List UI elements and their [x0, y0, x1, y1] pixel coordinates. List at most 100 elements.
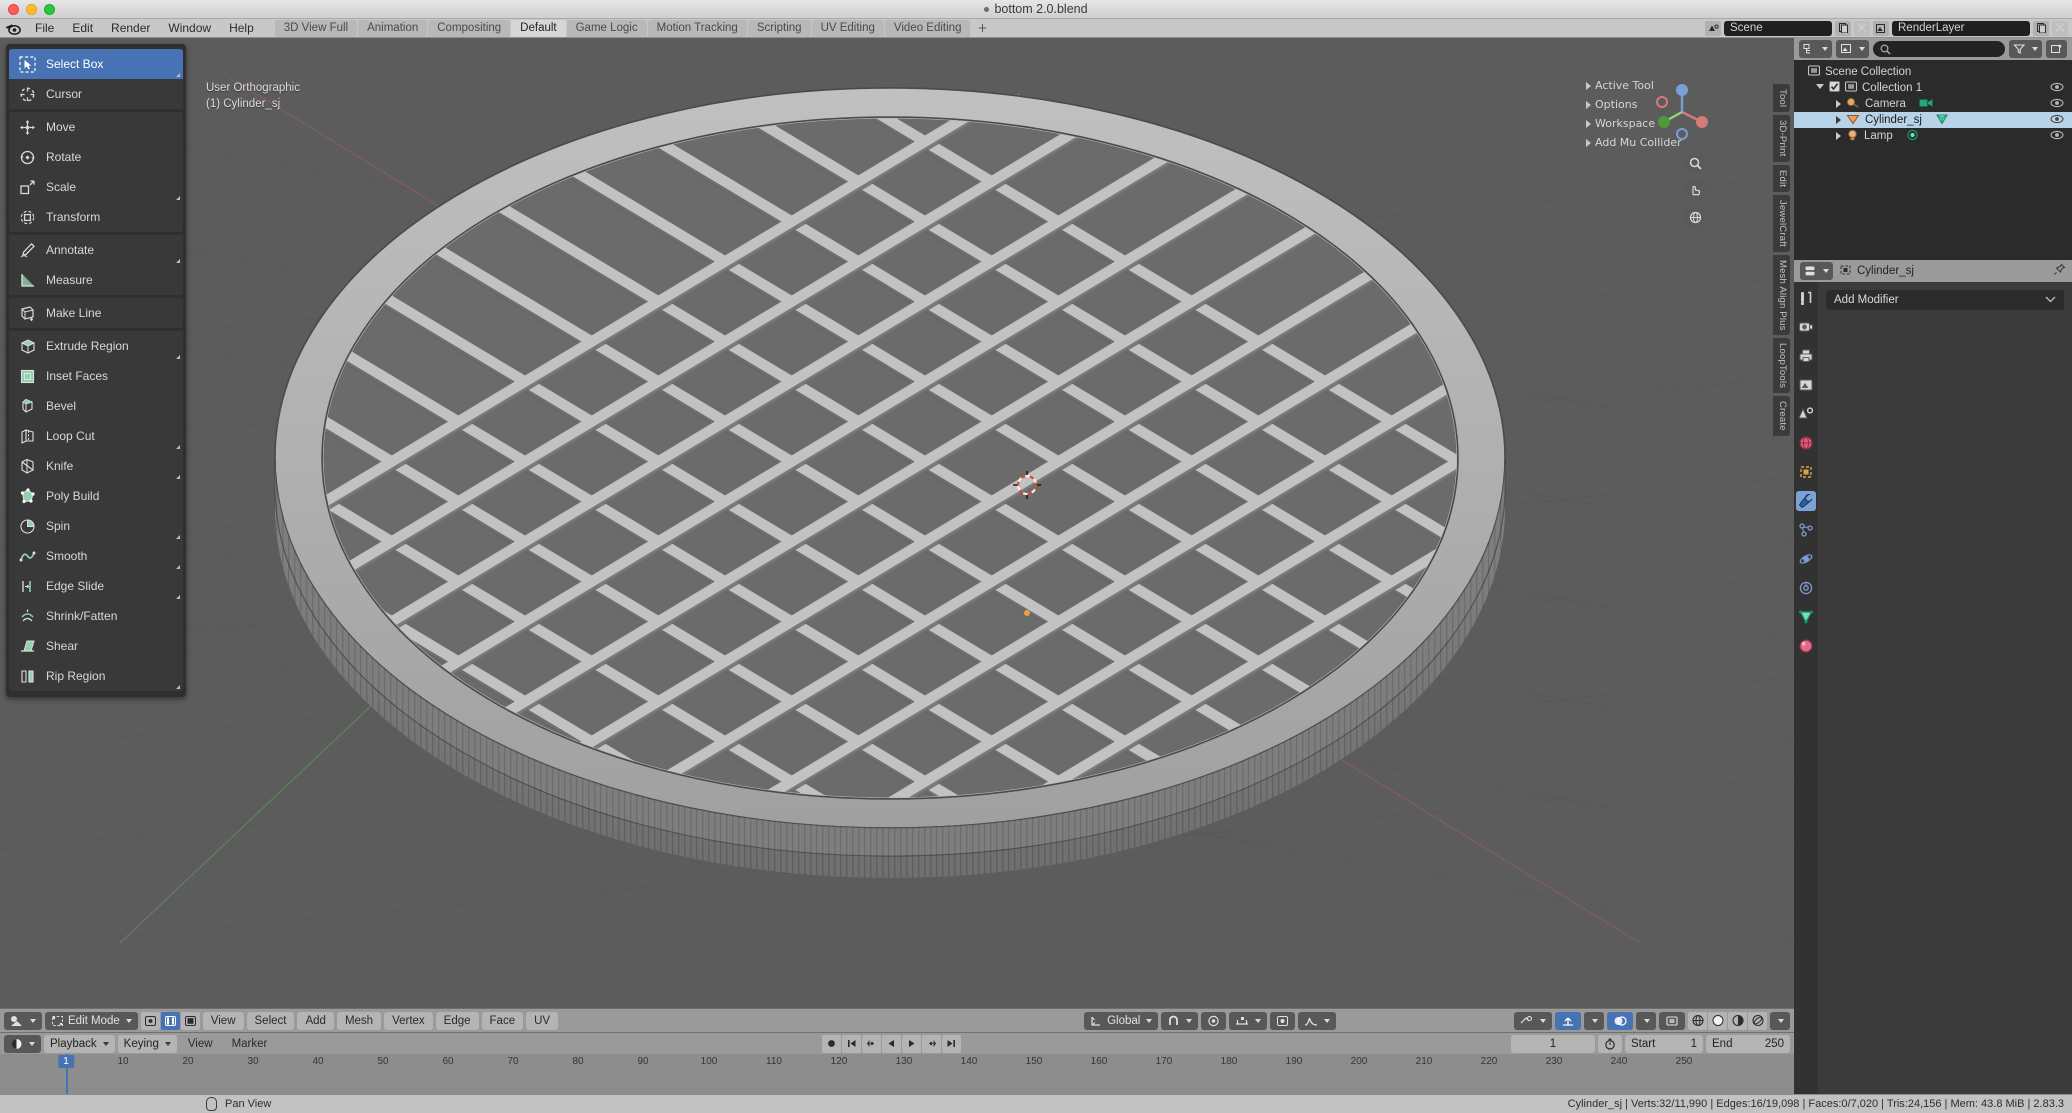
face-select-icon[interactable] — [180, 1011, 200, 1030]
edge-select-icon[interactable] — [160, 1011, 180, 1030]
n-tab-mesh-align-plus[interactable]: Mesh Align Plus — [1773, 254, 1790, 336]
funnel-icon[interactable] — [2009, 40, 2042, 58]
viewport-menu-view[interactable]: View — [202, 1011, 244, 1030]
minimize-button[interactable] — [26, 4, 37, 15]
chevron-right-icon[interactable] — [1836, 116, 1841, 124]
use-preview-range-icon[interactable] — [1598, 1034, 1622, 1053]
eye-icon[interactable] — [2050, 98, 2064, 111]
workspace-tab-game-logic[interactable]: Game Logic — [566, 19, 647, 37]
viewport-menu-add[interactable]: Add — [297, 1011, 334, 1030]
properties-tab-output[interactable] — [1796, 346, 1816, 366]
menu-render[interactable]: Render — [102, 20, 159, 37]
properties-tab-material[interactable] — [1796, 636, 1816, 656]
tool-smooth[interactable]: Smooth — [9, 541, 183, 571]
falloff-curve-icon[interactable] — [1298, 1011, 1337, 1030]
menu-window[interactable]: Window — [159, 20, 220, 37]
tool-measure[interactable]: Measure — [9, 265, 183, 295]
tool-extrude-region[interactable]: Extrude Region — [9, 331, 183, 361]
n-tab-looptools[interactable]: LoopTools — [1773, 338, 1790, 394]
outliner-search-input[interactable] — [1873, 41, 2005, 57]
viewport-nav-buttons[interactable] — [1684, 152, 1706, 228]
tool-move[interactable]: Move — [9, 112, 183, 142]
tool-transform[interactable]: Transform — [9, 202, 183, 232]
filter-id-icon[interactable] — [1836, 40, 1869, 58]
properties-tab-constraints[interactable] — [1796, 578, 1816, 598]
pan-hand-icon[interactable] — [1684, 179, 1706, 201]
outliner-row-scene-collection[interactable]: Scene Collection — [1794, 64, 2072, 80]
n-tab-tool[interactable]: Tool — [1773, 84, 1790, 113]
outliner-row-collection-1[interactable]: Collection 1 — [1794, 80, 2072, 96]
gizmo-caret[interactable] — [1584, 1011, 1604, 1030]
tool-loop-cut[interactable]: Loop Cut — [9, 421, 183, 451]
wireframe-icon[interactable] — [1688, 1011, 1707, 1030]
solid-icon[interactable] — [1708, 1011, 1727, 1030]
viewport-menu-select[interactable]: Select — [246, 1011, 295, 1030]
magnet-icon[interactable] — [1161, 1011, 1199, 1030]
zoom-icon[interactable] — [1684, 152, 1706, 174]
viewport-menu-uv[interactable]: UV — [526, 1011, 559, 1030]
tool-spin[interactable]: Spin — [9, 511, 183, 541]
properties-tab-world[interactable] — [1796, 433, 1816, 453]
timeline-menu-view[interactable]: View — [180, 1035, 221, 1053]
viewport-menu-face[interactable]: Face — [481, 1011, 524, 1030]
jump-end-icon[interactable] — [941, 1034, 961, 1053]
n-tab-edit[interactable]: Edit — [1773, 164, 1790, 192]
tool-shrink-fatten[interactable]: Shrink/Fatten — [9, 601, 183, 631]
snap-increment-icon[interactable] — [1229, 1011, 1268, 1030]
navigation-gizmo[interactable] — [1650, 80, 1714, 144]
viewport-menu-edge[interactable]: Edge — [435, 1011, 479, 1030]
vertex-select-icon[interactable] — [140, 1011, 160, 1030]
chevron-down-icon[interactable] — [1816, 83, 1824, 93]
tool-rotate[interactable]: Rotate — [9, 142, 183, 172]
new-view-layer-icon[interactable] — [2033, 20, 2049, 36]
tool-rip-region[interactable]: Rip Region — [9, 661, 183, 691]
collection-visibility-checkbox[interactable] — [1829, 81, 1840, 95]
tool-edge-slide[interactable]: Edge Slide — [9, 571, 183, 601]
transform-orientation-selector[interactable]: Global — [1084, 1011, 1159, 1030]
workspace-tab-motion-tracking[interactable]: Motion Tracking — [647, 19, 747, 37]
pin-icon[interactable] — [2053, 262, 2066, 280]
workspace-tab-scripting[interactable]: Scripting — [747, 19, 811, 37]
camera-view-icon[interactable] — [1684, 206, 1706, 228]
chevron-right-icon[interactable] — [1836, 100, 1841, 108]
properties-tab-data[interactable] — [1796, 607, 1816, 627]
outliner-row-cylinder-sj[interactable]: Cylinder_sj — [1794, 112, 2072, 128]
tool-select-box[interactable]: Select Box — [9, 49, 183, 79]
gizmo-icon[interactable] — [1555, 1011, 1581, 1030]
prev-keyframe-icon[interactable] — [861, 1034, 881, 1053]
properties-editor-icon[interactable] — [1800, 262, 1833, 280]
shading-caret[interactable] — [1770, 1011, 1790, 1030]
blender-logo-icon[interactable] — [0, 20, 26, 37]
scene-browse-icon[interactable] — [1705, 20, 1721, 36]
properties-tab-scene[interactable] — [1796, 404, 1816, 424]
tool-annotate[interactable]: Annotate — [9, 235, 183, 265]
keying-menu[interactable]: Keying — [117, 1034, 177, 1053]
properties-tab-physics[interactable] — [1796, 549, 1816, 569]
properties-tab-render[interactable] — [1796, 317, 1816, 337]
outliner-row-lamp[interactable]: Lamp — [1794, 128, 2072, 144]
visibility-icon[interactable] — [1514, 1011, 1552, 1030]
timeline-editor-icon[interactable] — [4, 1034, 41, 1053]
3d-viewport[interactable]: User Orthographic (1) Cylinder_sj Active… — [0, 38, 1794, 1008]
eye-icon[interactable] — [2050, 130, 2064, 143]
tool-make-line[interactable]: Make Line — [9, 298, 183, 328]
editor-type-icon[interactable] — [4, 1011, 42, 1030]
unlink-scene-icon[interactable]: ✕ — [1854, 19, 1870, 37]
tool-bevel[interactable]: Bevel — [9, 391, 183, 421]
add-workspace-button[interactable]: + — [971, 21, 993, 35]
tool-poly-build[interactable]: Poly Build — [9, 481, 183, 511]
tool-shear[interactable]: Shear — [9, 631, 183, 661]
workspace-tab-uv-editing[interactable]: UV Editing — [811, 19, 884, 37]
play-reverse-icon[interactable] — [881, 1034, 901, 1053]
next-keyframe-icon[interactable] — [921, 1034, 941, 1053]
material-preview-icon[interactable] — [1728, 1011, 1747, 1030]
proportional-editing-icon[interactable] — [1201, 1011, 1227, 1030]
tool-knife[interactable]: Knife — [9, 451, 183, 481]
viewport-menu-vertex[interactable]: Vertex — [384, 1011, 433, 1030]
timeline-body[interactable]: 10 20 30 40 50 60 70 80 90 100 110 120 1… — [0, 1054, 1794, 1094]
chevron-right-icon[interactable] — [1836, 132, 1841, 140]
eye-icon[interactable] — [2050, 114, 2064, 127]
play-icon[interactable] — [901, 1034, 921, 1053]
xray-icon[interactable] — [1659, 1011, 1685, 1030]
overlays-caret[interactable] — [1636, 1011, 1656, 1030]
